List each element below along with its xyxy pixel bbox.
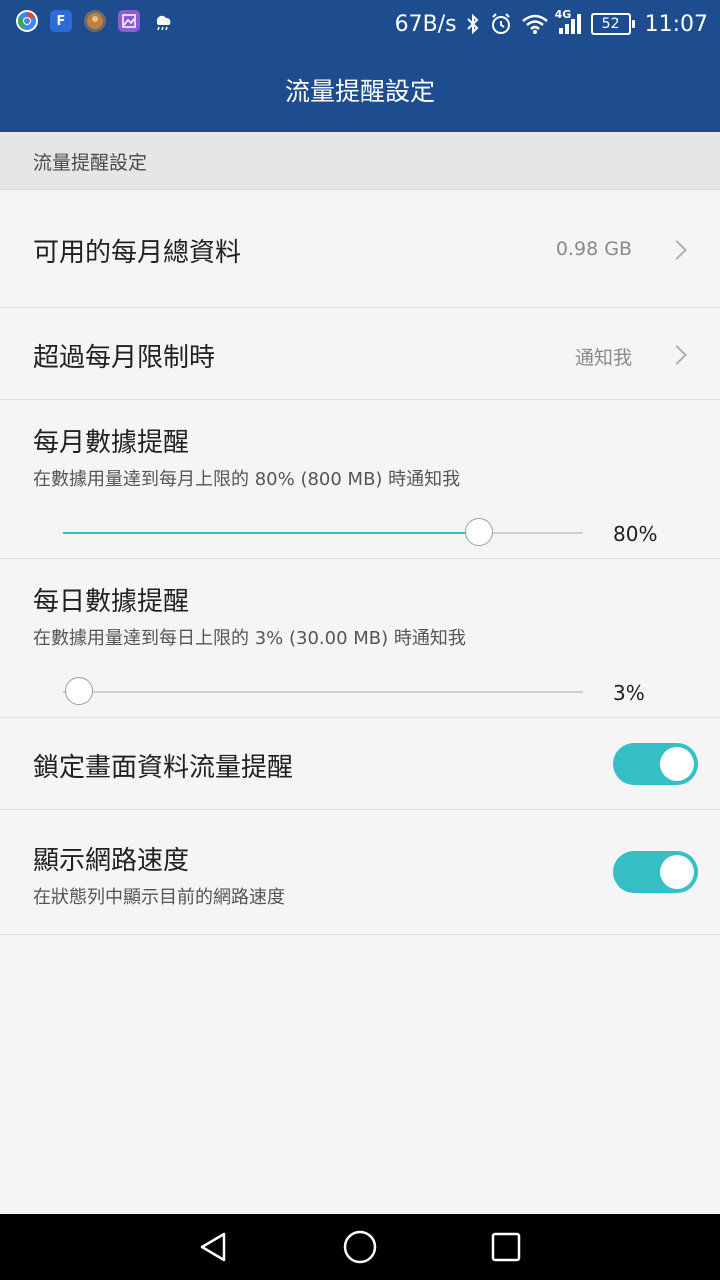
monthly-total-row[interactable]: 可用的每月總資料 0.98 GB: [0, 190, 720, 308]
page-title: 流量提醒設定: [284, 77, 435, 106]
home-circle-icon: [343, 1230, 377, 1264]
monthly-total-value: 0.98 GB: [555, 238, 632, 260]
show-speed-row[interactable]: 顯示網路速度 在狀態列中顯示目前的網路速度: [0, 810, 720, 935]
show-speed-subtitle: 在狀態列中顯示目前的網路速度: [33, 887, 285, 908]
facebook-icon: F: [50, 10, 72, 32]
lockscreen-alert-toggle[interactable]: [613, 743, 698, 785]
clock: 11:07: [644, 11, 708, 37]
monthly-alert-subtitle: 在數據用量達到每月上限的 80% (800 MB) 時通知我: [33, 469, 461, 490]
chevron-right-icon: [667, 345, 687, 365]
slider-fill: [63, 532, 479, 534]
over-limit-row[interactable]: 超過每月限制時 通知我: [0, 308, 720, 400]
show-speed-toggle[interactable]: [613, 851, 698, 893]
battery-level: 52: [601, 16, 620, 32]
lockscreen-alert-title: 鎖定畫面資料流量提醒: [33, 753, 294, 783]
monthly-alert-row: 每月數據提醒 在數據用量達到每月上限的 80% (800 MB) 時通知我 80…: [0, 400, 720, 559]
alarm-icon: [489, 12, 513, 36]
back-triangle-icon: [200, 1232, 226, 1262]
daily-alert-percent: 3%: [613, 681, 645, 705]
daily-alert-slider[interactable]: [63, 677, 583, 705]
daily-alert-title: 每日數據提醒: [33, 587, 190, 617]
toggle-knob: [660, 747, 694, 781]
slider-thumb[interactable]: [465, 518, 493, 546]
toggle-knob: [660, 855, 694, 889]
recents-button[interactable]: [466, 1214, 546, 1280]
monthly-alert-title: 每月數據提醒: [33, 428, 190, 458]
photo-app-icon: [84, 10, 106, 32]
gallery-icon: [118, 10, 140, 32]
app-bar: 流量提醒設定: [0, 48, 720, 132]
chrome-icon: [16, 10, 38, 32]
status-bar: F 67B/s 4G 52 11:07: [0, 0, 720, 48]
section-header-label: 流量提醒設定: [33, 152, 148, 174]
wifi-icon: [521, 13, 549, 35]
over-limit-title: 超過每月限制時: [33, 343, 216, 373]
battery-icon: 52: [590, 13, 635, 35]
section-header: 流量提醒設定: [0, 132, 720, 190]
back-button[interactable]: [173, 1214, 253, 1280]
recents-square-icon: [491, 1232, 521, 1262]
network-speed: 67B/s: [394, 11, 457, 37]
daily-alert-subtitle: 在數據用量達到每日上限的 3% (30.00 MB) 時通知我: [33, 628, 466, 649]
notification-icons: F: [16, 10, 174, 32]
monthly-alert-slider[interactable]: [63, 518, 583, 546]
navigation-bar: [0, 1214, 720, 1280]
chevron-right-icon: [667, 240, 687, 260]
lockscreen-alert-row[interactable]: 鎖定畫面資料流量提醒: [0, 718, 720, 810]
bluetooth-icon: [465, 13, 481, 35]
cell-signal-icon: 4G: [555, 8, 583, 36]
status-indicators: 67B/s 4G 52 11:07: [395, 0, 708, 48]
monthly-alert-percent: 80%: [613, 522, 658, 546]
daily-alert-row: 每日數據提醒 在數據用量達到每日上限的 3% (30.00 MB) 時通知我 3…: [0, 559, 720, 718]
home-button[interactable]: [320, 1214, 400, 1280]
over-limit-value: 通知我: [574, 347, 632, 369]
network-type: 4G: [554, 8, 572, 21]
show-speed-title: 顯示網路速度: [33, 846, 190, 876]
slider-thumb[interactable]: [64, 677, 93, 705]
monthly-total-title: 可用的每月總資料: [33, 238, 242, 268]
weather-icon: [152, 10, 174, 32]
